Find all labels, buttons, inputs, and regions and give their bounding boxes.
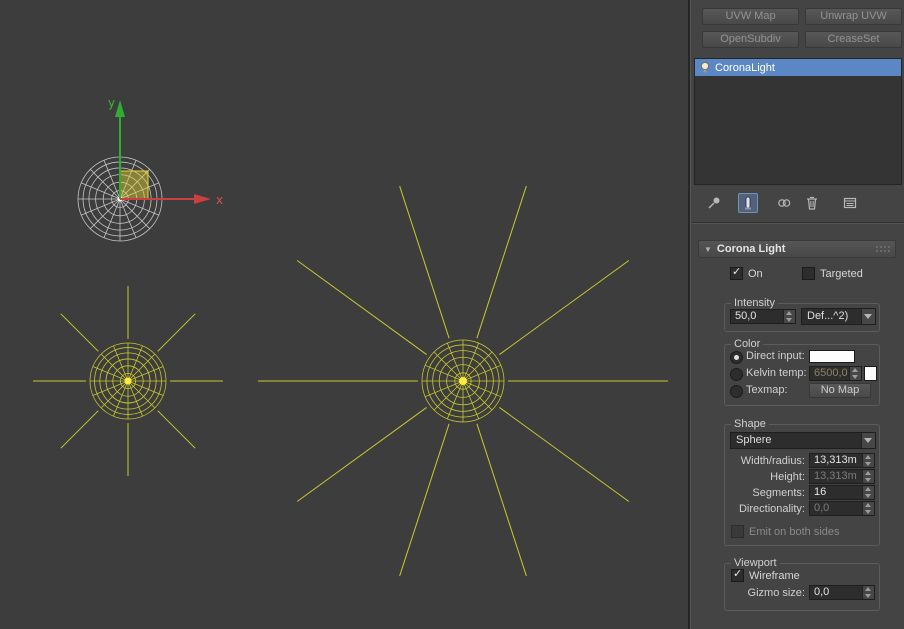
stack-item-label: CoronaLight — [715, 61, 775, 74]
intensity-spinner[interactable]: 50,0 — [730, 309, 796, 324]
unwrap-uvw-button[interactable]: Unwrap UVW — [805, 8, 902, 25]
shape-type-dropdown[interactable]: Sphere — [730, 432, 876, 449]
emit-both-sides-label: Emit on both sides — [749, 525, 840, 538]
y-axis-label: y — [108, 96, 115, 110]
checkbox-box — [731, 568, 744, 582]
width-radius-value: 13,313m — [814, 454, 857, 466]
segments-value: 16 — [814, 486, 827, 498]
panel-separator — [692, 222, 904, 224]
intensity-units-dropdown[interactable]: Def...^2) — [801, 308, 876, 325]
intensity-value: 50,0 — [735, 310, 757, 322]
opensubdiv-button[interactable]: OpenSubdiv — [702, 31, 799, 48]
checkbox-box — [730, 266, 743, 280]
checkbox-box — [802, 267, 815, 280]
color-group: Color Direct input: Kelvin temp: 6500,0 … — [724, 338, 880, 406]
texmap-button[interactable]: No Map — [809, 383, 871, 398]
corona-light-large[interactable] — [258, 185, 668, 577]
corona-light-small[interactable] — [33, 286, 223, 476]
width-radius-spinner[interactable]: 13,313m — [809, 453, 875, 468]
spinner-arrows-icon[interactable] — [849, 367, 861, 380]
shape-type-value: Sphere — [736, 434, 772, 446]
directionality-spinner: 0,0 — [809, 501, 875, 516]
uvw-map-button[interactable]: UVW Map — [702, 8, 799, 25]
spinner-arrows-icon[interactable] — [862, 486, 874, 499]
kelvin-temp-radio[interactable] — [730, 368, 743, 381]
shape-group-label: Shape — [731, 418, 769, 431]
remove-modifier-icon[interactable] — [802, 193, 822, 213]
direct-input-label: Direct input: — [746, 350, 805, 362]
gizmo-size-label: Gizmo size: — [747, 587, 805, 599]
on-label: On — [748, 267, 763, 280]
spinner-arrows-icon[interactable] — [783, 310, 795, 323]
pin-stack-icon[interactable] — [704, 193, 724, 213]
rollout-title: Corona Light — [716, 243, 786, 255]
on-checkbox[interactable]: On — [730, 266, 763, 280]
move-gizmo[interactable] — [115, 100, 211, 204]
viewport[interactable]: y x — [0, 0, 688, 629]
height-spinner: 13,313m — [809, 469, 875, 484]
texmap-radio[interactable] — [730, 385, 743, 398]
emit-both-sides-checkbox: Emit on both sides — [731, 525, 840, 538]
rollout-grip-icon — [875, 244, 890, 254]
texmap-button-label: No Map — [820, 384, 860, 396]
directionality-label: Directionality: — [738, 503, 805, 515]
kelvin-temp-value: 6500,0 — [814, 367, 848, 379]
corona-light-rollout-header[interactable]: ▼ Corona Light — [698, 240, 896, 258]
gizmo-size-value: 0,0 — [814, 586, 830, 598]
viewport-canvas[interactable]: y x — [0, 0, 688, 629]
width-radius-label: Width/radius: — [740, 455, 805, 467]
wireframe-label: Wireframe — [749, 569, 800, 582]
intensity-units-value: Def...^2) — [807, 310, 849, 322]
show-end-result-button[interactable] — [738, 193, 758, 213]
intensity-group: Intensity 50,0 Def...^2) — [724, 297, 880, 332]
direct-color-swatch[interactable] — [809, 350, 855, 363]
height-label: Height: — [770, 471, 805, 483]
targeted-label: Targeted — [820, 267, 863, 280]
shape-group: Shape Sphere Width/radius: 13,313m Heigh… — [724, 418, 880, 546]
spinner-arrows-icon[interactable] — [862, 454, 874, 467]
checkbox-box — [731, 525, 744, 538]
stack-toolbar — [698, 190, 898, 216]
kelvin-temp-label: Kelvin temp: — [746, 367, 807, 379]
directionality-value: 0,0 — [814, 502, 830, 514]
spinner-arrows-icon — [862, 502, 874, 515]
creaseset-button[interactable]: CreaseSet — [805, 31, 902, 48]
segments-label: Segments: — [752, 487, 805, 499]
direct-input-radio[interactable] — [730, 351, 743, 364]
height-value: 13,313m — [814, 470, 857, 482]
light-bulb-icon — [699, 61, 711, 75]
texmap-label: Texmap: — [746, 384, 788, 396]
modifier-stack[interactable]: CoronaLight — [694, 58, 902, 185]
configure-modifier-sets-icon[interactable] — [840, 193, 860, 213]
rollout-collapse-icon: ▼ — [704, 244, 712, 254]
spinner-arrows-icon — [862, 470, 874, 483]
gizmo-size-spinner[interactable]: 0,0 — [809, 585, 875, 600]
spinner-arrows-icon[interactable] — [862, 586, 874, 599]
segments-spinner[interactable]: 16 — [809, 485, 875, 500]
wireframe-checkbox[interactable]: Wireframe — [731, 568, 800, 582]
kelvin-color-swatch — [864, 366, 877, 381]
targeted-checkbox[interactable]: Targeted — [802, 267, 863, 280]
stack-item-coronalight[interactable]: CoronaLight — [695, 59, 901, 76]
viewport-group: Viewport Wireframe Gizmo size: 0,0 — [724, 557, 880, 611]
command-panel: UVW Map Unwrap UVW OpenSubdiv CreaseSet … — [688, 0, 904, 629]
make-unique-icon[interactable] — [774, 193, 794, 213]
x-axis-label: x — [216, 193, 223, 207]
3dsmax-window: y x UVW Map Unwrap UVW OpenSubdiv Crease… — [0, 0, 904, 629]
kelvin-temp-spinner[interactable]: 6500,0 — [809, 366, 862, 381]
